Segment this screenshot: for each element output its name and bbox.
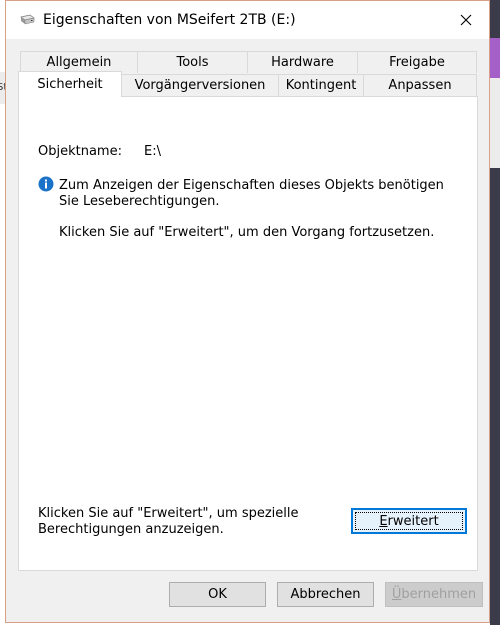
desktop-window-strip [490, 78, 500, 168]
tab-anpassen[interactable]: Anpassen [363, 74, 477, 96]
apply-button[interactable]: Übernehmen [385, 582, 483, 607]
info-icon [38, 176, 54, 192]
object-name-value: E:\ [144, 144, 161, 159]
title-bar[interactable]: Eigenschaften von MSeifert 2TB (E:) [6, 1, 489, 39]
properties-dialog: Eigenschaften von MSeifert 2TB (E:) Allg… [5, 0, 490, 623]
info-message: Zum Anzeigen der Eigenschaften dieses Ob… [59, 178, 444, 209]
tab-sicherheit[interactable]: Sicherheit [18, 71, 122, 97]
ok-button[interactable]: OK [169, 582, 266, 607]
object-name-label: Objektname: [38, 144, 122, 159]
tab-kontingent[interactable]: Kontingent [278, 74, 364, 96]
tab-tools[interactable]: Tools [137, 51, 248, 73]
tab-freigabe[interactable]: Freigabe [357, 51, 477, 73]
desktop-window-strip [490, 38, 500, 78]
window-title: Eigenschaften von MSeifert 2TB (E:) [43, 12, 296, 28]
security-tab-panel: Objektname: E:\ Zum Anzeigen der Eigensc… [18, 96, 478, 571]
advanced-button-label: Erweitert [379, 513, 439, 529]
cancel-button[interactable]: Abbrechen [277, 582, 374, 607]
drive-icon [20, 14, 35, 25]
advanced-description: Klicken Sie auf "Erweitert", um speziell… [38, 506, 299, 537]
apply-button-label: Übernehmen [391, 587, 477, 602]
tab-hardware[interactable]: Hardware [247, 51, 358, 73]
close-button[interactable] [443, 1, 489, 39]
close-icon [460, 14, 472, 26]
tab-allgemein[interactable]: Allgemein [20, 51, 138, 73]
tab-vorgaengerversionen[interactable]: Vorgängerversionen [121, 74, 279, 96]
advanced-button[interactable]: Erweitert [351, 508, 467, 534]
desktop-background-right [490, 0, 500, 625]
info-hint: Klicken Sie auf "Erweitert", um den Vorg… [59, 225, 435, 240]
